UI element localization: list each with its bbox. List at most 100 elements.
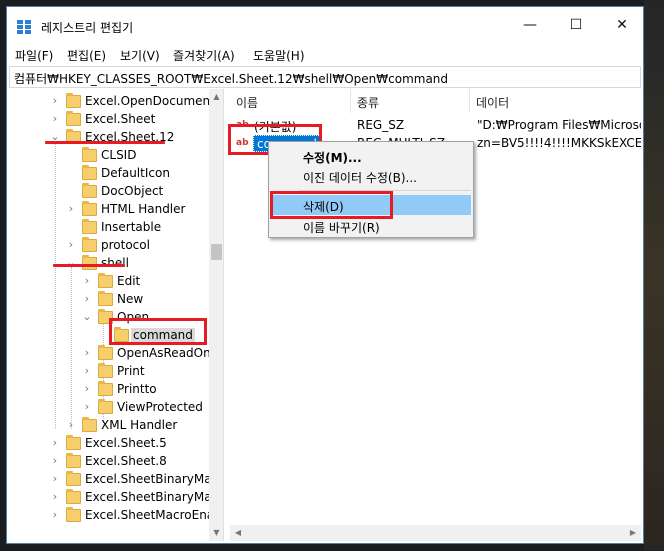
title-bar[interactable]: 레지스트리 편집기 — ☐ ✕ <box>7 7 643 44</box>
tree-item[interactable]: › ViewProtected <box>9 399 209 417</box>
tree-item-label: Edit <box>117 274 141 288</box>
annotation-box <box>109 318 207 345</box>
tree-item[interactable]: › HTML Handler <box>9 201 209 219</box>
tree-item-label: XML Handler <box>101 418 178 432</box>
value-data: "D:₩Program Files₩Microsoft Of <box>477 118 641 132</box>
tree-item-label: Insertable <box>101 220 162 234</box>
desktop-background <box>644 0 664 551</box>
tree-item-label: CLSID <box>101 148 137 162</box>
folder-icon <box>82 165 97 180</box>
tree-item[interactable]: › XML Handler <box>9 417 209 435</box>
folder-icon <box>66 453 81 468</box>
tree-item[interactable]: › Edit <box>9 273 209 291</box>
tree-item-label: Print <box>117 364 145 378</box>
folder-icon <box>82 201 97 216</box>
tree-item[interactable]: DefaultIcon <box>9 165 209 183</box>
tree-item[interactable]: › Excel.SheetBinaryMacro <box>9 489 223 507</box>
tree-item[interactable]: › Excel.SheetBinaryMacro <box>9 471 223 489</box>
folder-icon <box>82 183 97 198</box>
column-header-type[interactable]: 종류 <box>351 89 470 113</box>
list-horizontal-scrollbar[interactable]: ◀ ▶ <box>230 525 641 541</box>
chevron-right-icon[interactable]: › <box>49 112 61 125</box>
tree-item[interactable]: › New <box>9 291 209 309</box>
tree-item-label: Excel.SheetMacroEnable <box>85 508 224 522</box>
chevron-right-icon[interactable]: › <box>81 274 93 287</box>
value-data: zn=BV5!!!!4!!!!MKKSkEXCELFiles> <box>477 136 641 150</box>
chevron-right-icon[interactable]: › <box>81 364 93 377</box>
tree-item-label: Excel.Sheet <box>85 112 156 126</box>
folder-icon <box>82 417 97 432</box>
context-menu-modify[interactable]: 수정(M)... <box>271 146 471 166</box>
folder-icon <box>82 219 97 234</box>
tree-item[interactable]: DocObject <box>9 183 209 201</box>
key-tree-pane[interactable]: › Excel.OpenDocumentS › Excel.Sheet ⌄ Ex… <box>9 89 224 541</box>
tree-item[interactable]: Insertable <box>9 219 209 237</box>
folder-icon <box>66 93 81 108</box>
chevron-right-icon[interactable]: › <box>65 418 77 431</box>
context-menu-rename[interactable]: 이름 바꾸기(R) <box>271 216 471 236</box>
column-header-data[interactable]: 데이터 <box>470 89 641 113</box>
annotation-underline <box>45 141 165 144</box>
menu-file[interactable]: 파일(F) <box>15 47 53 64</box>
folder-icon <box>98 291 113 306</box>
tree-item[interactable]: › Print <box>9 363 209 381</box>
tree-vertical-scrollbar[interactable]: ▲ ▼ <box>209 89 223 541</box>
chevron-right-icon[interactable]: › <box>49 436 61 449</box>
chevron-right-icon[interactable]: › <box>81 382 93 395</box>
annotation-underline <box>53 264 125 267</box>
tree-item-label: ViewProtected <box>117 400 203 414</box>
chevron-right-icon[interactable]: › <box>81 346 93 359</box>
tree-item-excel-sheet-12[interactable]: ⌄ Excel.Sheet.12 <box>9 129 209 147</box>
tree-item[interactable]: › Excel.Sheet.8 <box>9 453 209 471</box>
menu-bar: 파일(F) 편집(E) 보기(V) 즐겨찾기(A) 도움말(H) <box>7 44 643 66</box>
context-menu-modify-binary[interactable]: 이진 데이터 수정(B)... <box>271 166 471 186</box>
tree-item[interactable]: › Excel.Sheet.5 <box>9 435 209 453</box>
chevron-right-icon[interactable]: › <box>81 400 93 413</box>
close-button[interactable]: ✕ <box>599 7 645 44</box>
tree-item[interactable]: CLSID <box>9 147 209 165</box>
folder-icon <box>66 471 81 486</box>
chevron-right-icon[interactable]: › <box>81 292 93 305</box>
chevron-down-icon[interactable]: ⌄ <box>81 310 93 323</box>
value-type: REG_SZ <box>357 118 405 132</box>
address-bar[interactable]: 컴퓨터₩HKEY_CLASSES_ROOT₩Excel.Sheet.12₩she… <box>9 66 641 88</box>
chevron-right-icon[interactable]: › <box>49 508 61 521</box>
chevron-right-icon[interactable]: › <box>49 472 61 485</box>
context-menu: 수정(M)... 이진 데이터 수정(B)... 삭제(D) 이름 바꾸기(R) <box>268 141 474 238</box>
scroll-left-arrow-icon[interactable]: ◀ <box>230 525 246 541</box>
tree-item[interactable]: › Excel.SheetMacroEnable <box>9 507 223 525</box>
chevron-right-icon[interactable]: › <box>49 454 61 467</box>
folder-icon <box>98 345 113 360</box>
tree-item[interactable]: › protocol <box>9 237 209 255</box>
folder-icon <box>98 273 113 288</box>
folder-icon <box>98 399 113 414</box>
menu-favorites[interactable]: 즐겨찾기(A) <box>173 47 235 64</box>
tree-item-label: Excel.Sheet.8 <box>85 454 167 468</box>
menu-view[interactable]: 보기(V) <box>120 47 160 64</box>
annotation-box <box>270 191 393 219</box>
tree-item-label: Excel.SheetBinaryMacro <box>85 472 224 486</box>
folder-icon <box>66 111 81 126</box>
menu-help[interactable]: 도움말(H) <box>253 47 305 64</box>
tree-item[interactable]: › OpenAsReadOnly <box>9 345 221 363</box>
scroll-thumb[interactable] <box>211 244 222 260</box>
chevron-right-icon[interactable]: › <box>49 490 61 503</box>
menu-edit[interactable]: 편집(E) <box>67 47 106 64</box>
minimize-button[interactable]: — <box>507 7 553 44</box>
tree-item-label: shell <box>101 256 129 270</box>
scroll-down-arrow-icon[interactable]: ▼ <box>209 525 223 541</box>
tree-item-label: DocObject <box>101 184 164 198</box>
tree-item[interactable]: › Excel.Sheet <box>9 111 209 129</box>
scroll-up-arrow-icon[interactable]: ▲ <box>209 89 223 105</box>
scroll-right-arrow-icon[interactable]: ▶ <box>625 525 641 541</box>
folder-icon <box>98 363 113 378</box>
chevron-right-icon[interactable]: › <box>49 94 61 107</box>
chevron-down-icon[interactable]: ⌄ <box>65 256 77 269</box>
chevron-right-icon[interactable]: › <box>65 238 77 251</box>
maximize-button[interactable]: ☐ <box>553 7 599 44</box>
tree-item[interactable]: › Excel.OpenDocumentS <box>9 93 222 111</box>
folder-icon <box>66 489 81 504</box>
chevron-right-icon[interactable]: › <box>65 202 77 215</box>
column-header-name[interactable]: 이름 <box>230 89 351 113</box>
tree-item[interactable]: › Printto <box>9 381 209 399</box>
